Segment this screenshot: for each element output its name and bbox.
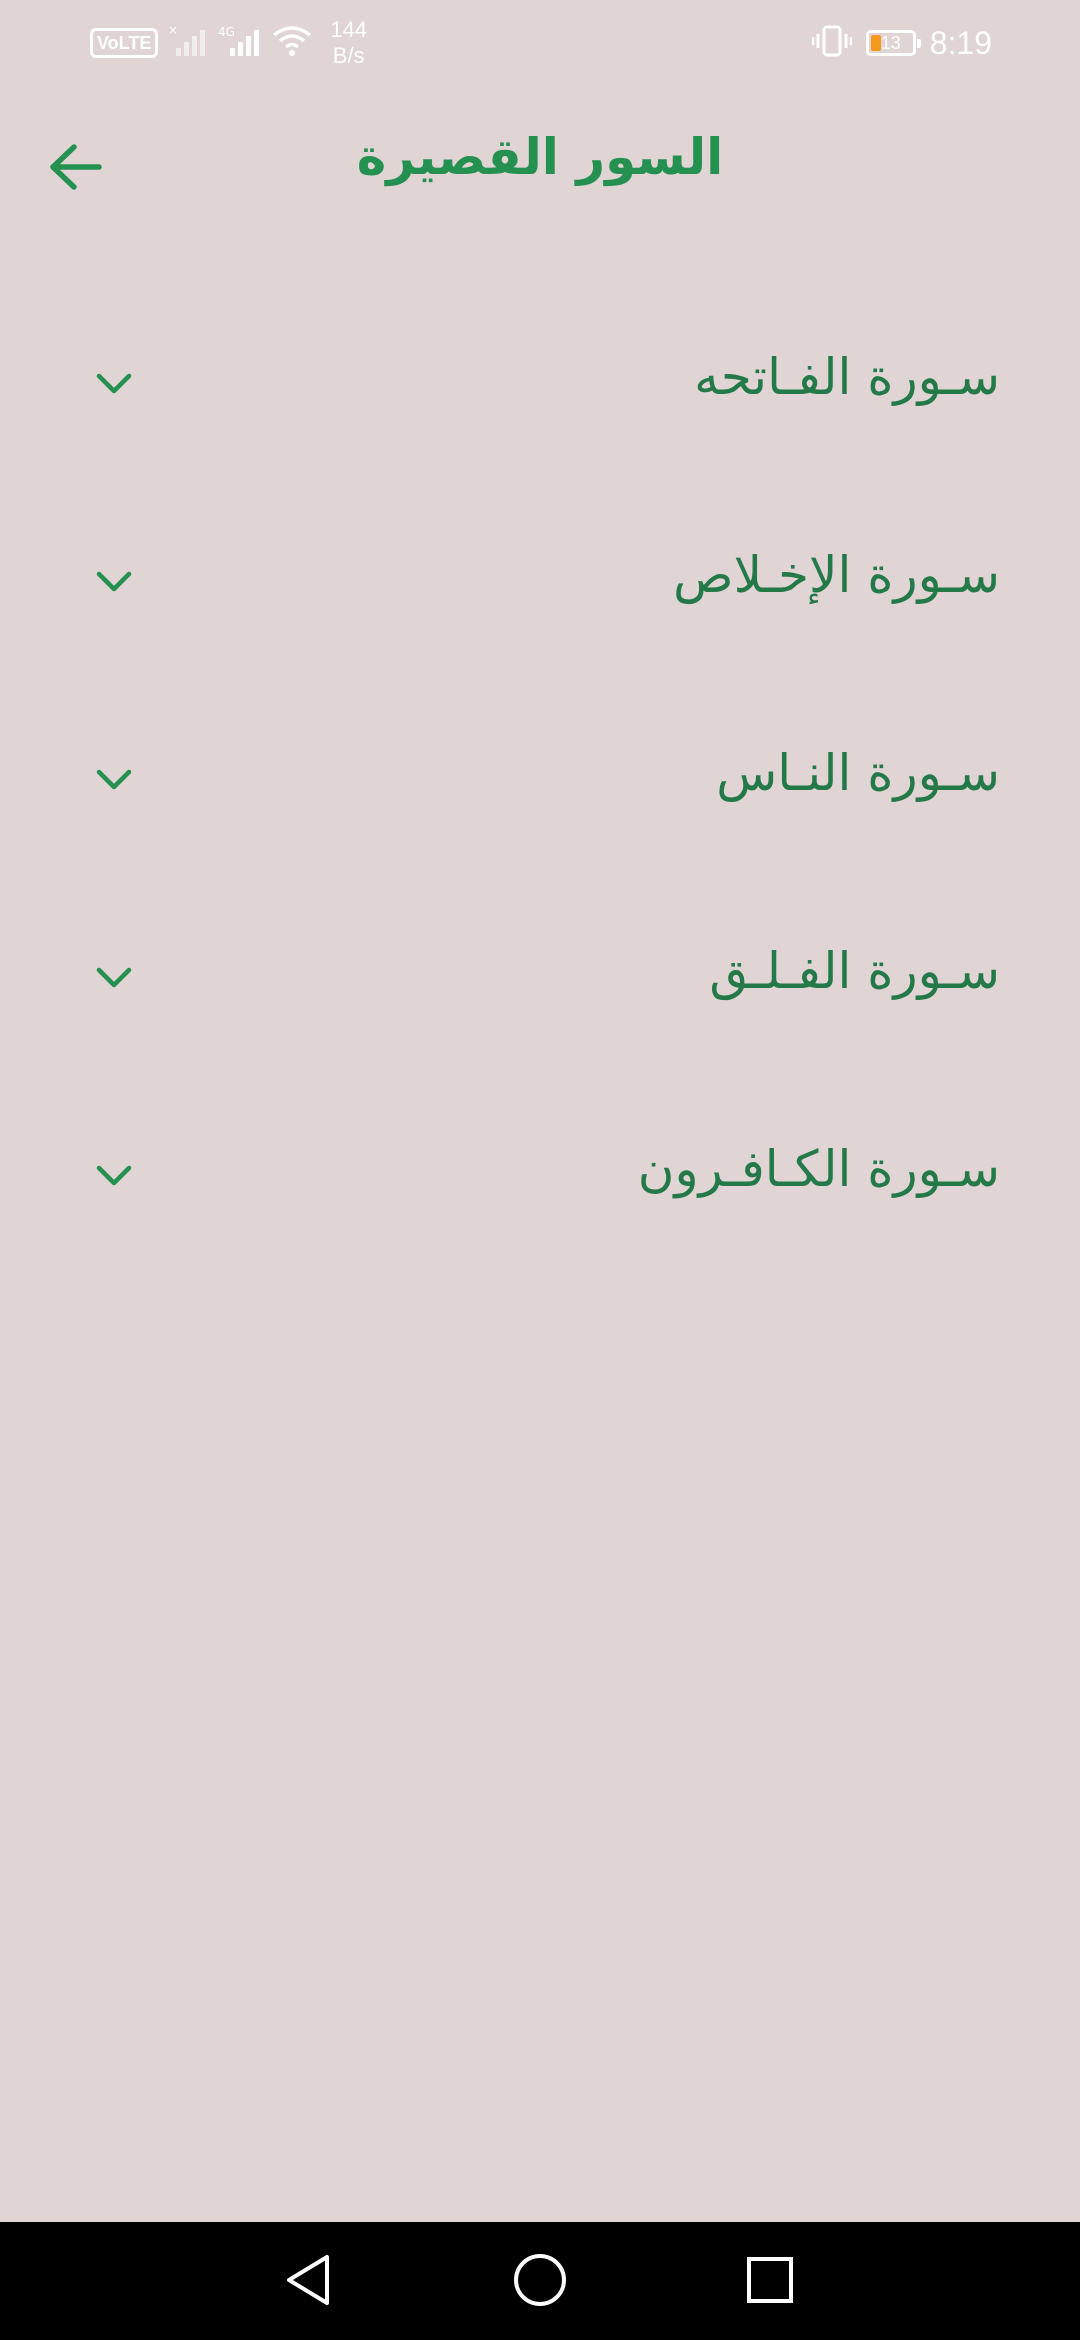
surah-item-falaq[interactable]: سـورة الفـلـق: [0, 910, 1080, 1108]
wifi-icon: [272, 25, 312, 61]
svg-text:×: ×: [168, 24, 178, 37]
net-speed-value: 144: [330, 17, 368, 42]
vibrate-icon: [811, 24, 852, 62]
nav-home-button[interactable]: [508, 2250, 572, 2314]
nav-back-button[interactable]: [276, 2250, 340, 2314]
square-recents-icon: [745, 2255, 795, 2309]
page-title: السور القصيرة: [356, 128, 724, 186]
screen: VoLTE × 4G 144 B/s 13 8:19 السور القصيرة…: [0, 0, 1080, 2340]
app-bar: السور القصيرة: [0, 84, 1080, 252]
svg-text:4G: 4G: [218, 25, 235, 39]
signal-4g-icon: 4G: [218, 24, 262, 62]
battery-icon: 13: [865, 30, 921, 56]
circle-home-icon: [512, 2252, 568, 2312]
battery-fill: [870, 35, 881, 51]
chevron-down-icon[interactable]: [94, 958, 134, 998]
status-bar-left: VoLTE × 4G 144 B/s: [90, 17, 367, 69]
surah-name: سـورة الفـلـق: [709, 942, 1000, 1000]
chevron-down-icon[interactable]: [94, 562, 134, 602]
surah-item-nas[interactable]: سـورة النـاس: [0, 712, 1080, 910]
surah-name: سـورة الكـافـرون: [637, 1140, 1000, 1198]
surah-item-kafirun[interactable]: سـورة الكـافـرون: [0, 1108, 1080, 1306]
chevron-down-icon[interactable]: [94, 364, 134, 404]
net-speed-unit: B/s: [332, 43, 365, 68]
net-speed: 144 B/s: [330, 17, 367, 69]
surah-name: سـورة الفـاتحه: [694, 348, 1000, 406]
surah-name: سـورة الإخـلاص: [673, 546, 1000, 604]
surah-item-ikhlas[interactable]: سـورة الإخـلاص: [0, 514, 1080, 712]
status-time: 8:19: [929, 24, 992, 61]
status-bar-right: 13 8:19: [811, 18, 992, 68]
battery-tip: [916, 39, 921, 48]
surah-item-fatiha[interactable]: سـورة الفـاتحه: [0, 316, 1080, 514]
surah-list: سـورة الفـاتحه سـورة الإخـلاص سـورة النـ…: [0, 316, 1080, 1306]
chevron-down-icon[interactable]: [94, 760, 134, 800]
status-bar: VoLTE × 4G 144 B/s 13 8:19: [0, 0, 1080, 84]
chevron-down-icon[interactable]: [94, 1156, 134, 1196]
system-nav-bar: [0, 2222, 1080, 2340]
volte-badge: VoLTE: [90, 28, 159, 58]
triangle-back-icon: [283, 2253, 333, 2311]
sim-signal-icon: ×: [168, 23, 208, 62]
surah-name: سـورة النـاس: [716, 744, 1000, 802]
battery-level: 13: [880, 32, 901, 53]
nav-recents-button[interactable]: [738, 2250, 802, 2314]
